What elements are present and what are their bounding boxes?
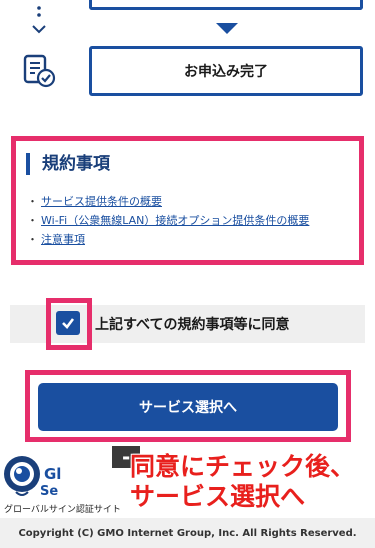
terms-title: 規約事項 [26,153,110,175]
previous-step-box [89,0,363,10]
copyright-text: Copyright (C) GMO Internet Group, Inc. A… [18,527,357,539]
annotation-line-1: 同意にチェック後、 [130,452,356,481]
step-complete-label: お申込み完了 [184,64,268,80]
link-notes[interactable]: 注意事項 [41,233,85,246]
service-select-button[interactable]: サービス選択へ [38,383,338,431]
seal-logo-text-top: Gl [44,465,62,483]
progress-dots-icon [32,6,46,34]
instruction-annotation: 同意にチェック後、 サービス選択へ [130,452,355,512]
check-icon [62,318,75,329]
bullet: ・ [27,214,38,227]
service-select-button-label: サービス選択へ [139,400,237,416]
link-wifi-option-conditions[interactable]: Wi-Fi（公衆無線LAN）接続オプション提供条件の概要 [41,214,309,227]
seal-logo-text-bottom: Se [40,484,59,499]
document-check-icon [23,54,56,88]
link-service-conditions[interactable]: サービス提供条件の概要 [41,195,162,208]
agree-checkbox[interactable] [56,311,80,335]
term-item: ・ Wi-Fi（公衆無線LAN）接続オプション提供条件の概要 [27,214,309,228]
step-arrow-down-icon [216,23,238,34]
step-complete-box: お申込み完了 [89,46,363,96]
agree-label[interactable]: 上記すべての規約事項等に同意 [95,314,289,334]
bullet: ・ [27,233,38,246]
seal-caption: グローバルサイン認証サイト [4,505,121,515]
footer: Copyright (C) GMO Internet Group, Inc. A… [0,518,375,548]
annotation-line-2: サービス選択へ [130,482,306,511]
term-item: ・サービス提供条件の概要 [27,195,162,209]
globalsign-seal-icon[interactable] [2,454,42,498]
bullet: ・ [27,195,38,208]
term-item: ・注意事項 [27,233,85,247]
